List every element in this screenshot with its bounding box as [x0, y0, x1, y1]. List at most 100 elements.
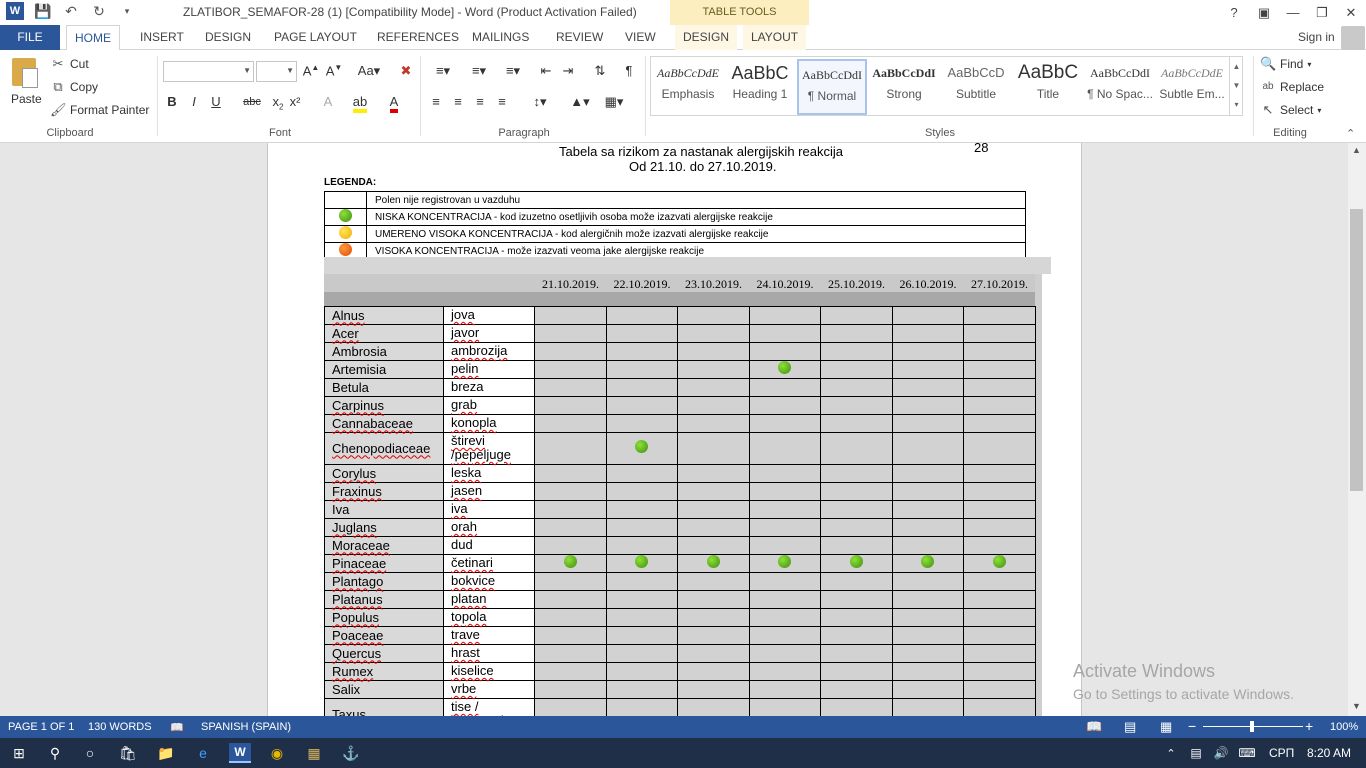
day-cell[interactable]: [963, 413, 1036, 433]
show-hidden-icons[interactable]: ⌃: [1160, 743, 1182, 763]
day-cell[interactable]: [534, 679, 607, 699]
day-cell[interactable]: [963, 499, 1036, 519]
styles-scroll[interactable]: ▲ ▼ ▾: [1229, 57, 1243, 115]
search-icon[interactable]: ⚲: [44, 743, 66, 763]
day-cell[interactable]: [891, 589, 964, 609]
local-name-cell[interactable]: breza: [443, 377, 535, 397]
day-cell[interactable]: [605, 553, 678, 573]
superscript-button[interactable]: x²: [285, 94, 305, 109]
cut-button[interactable]: ✂ Cut: [50, 56, 89, 72]
latin-name-cell[interactable]: Salix: [324, 679, 444, 699]
local-name-cell[interactable]: topola: [443, 607, 535, 627]
day-cell[interactable]: [820, 395, 893, 415]
day-cell[interactable]: [534, 499, 607, 519]
word-count[interactable]: 130 WORDS: [88, 721, 152, 733]
word-taskbar-icon[interactable]: W: [229, 743, 251, 763]
day-cell[interactable]: [534, 661, 607, 681]
input-language[interactable]: СРП: [1269, 746, 1294, 760]
acrobat-icon[interactable]: ⚓: [340, 743, 362, 763]
close-icon[interactable]: ✕: [1337, 0, 1365, 25]
change-case-icon[interactable]: Aa▾: [355, 63, 383, 79]
tab-view[interactable]: VIEW: [617, 25, 664, 50]
collapse-ribbon-icon[interactable]: ⌃: [1346, 127, 1355, 140]
day-cell[interactable]: [677, 697, 750, 716]
day-cell[interactable]: [677, 431, 750, 465]
local-name-cell[interactable]: bokvice: [443, 571, 535, 591]
local-name-cell[interactable]: grab: [443, 395, 535, 415]
bullets-icon[interactable]: ≡▾: [428, 63, 458, 79]
day-cell[interactable]: [963, 571, 1036, 591]
day-cell[interactable]: [891, 571, 964, 591]
day-cell[interactable]: [677, 341, 750, 361]
day-cell[interactable]: [677, 323, 750, 343]
select-button[interactable]: ↖ Select ▾: [1260, 102, 1322, 118]
day-cell[interactable]: [891, 661, 964, 681]
local-name-cell[interactable]: trave: [443, 625, 535, 645]
day-cell[interactable]: [677, 395, 750, 415]
save-icon[interactable]: 💾: [34, 2, 52, 20]
day-cell[interactable]: [891, 607, 964, 627]
align-right-icon[interactable]: ≡: [470, 94, 490, 109]
highlight-icon[interactable]: ab: [350, 94, 370, 113]
day-cell[interactable]: [820, 431, 893, 465]
day-cell[interactable]: [748, 305, 821, 325]
tab-table-design[interactable]: DESIGN: [675, 25, 738, 50]
day-cell[interactable]: [963, 517, 1036, 537]
day-cell[interactable]: [605, 499, 678, 519]
day-cell[interactable]: [820, 607, 893, 627]
day-cell[interactable]: [605, 607, 678, 627]
day-cell[interactable]: [534, 625, 607, 645]
day-cell[interactable]: [748, 463, 821, 483]
day-cell[interactable]: [677, 607, 750, 627]
document-page[interactable]: Tabela sa rizikom za nastanak alergijski…: [267, 143, 1082, 716]
day-cell[interactable]: [748, 323, 821, 343]
multilevel-list-icon[interactable]: ≡▾: [498, 63, 528, 79]
day-cell[interactable]: [820, 589, 893, 609]
tab-mailings[interactable]: MAILINGS: [464, 25, 537, 50]
day-cell[interactable]: [605, 305, 678, 325]
day-cell[interactable]: [963, 643, 1036, 663]
scroll-up-icon[interactable]: ▲: [1352, 145, 1361, 155]
day-cell[interactable]: [820, 305, 893, 325]
local-name-cell[interactable]: dud: [443, 535, 535, 555]
day-cell[interactable]: [963, 697, 1036, 716]
day-cell[interactable]: [534, 323, 607, 343]
vertical-scrollbar[interactable]: ▲ ▼: [1348, 143, 1366, 716]
day-cell[interactable]: [820, 571, 893, 591]
day-cell[interactable]: [891, 481, 964, 501]
day-cell[interactable]: [605, 359, 678, 379]
latin-name-cell[interactable]: Chenopodiaceae: [324, 431, 444, 465]
tab-table-layout[interactable]: LAYOUT: [743, 25, 807, 50]
day-cell[interactable]: [605, 481, 678, 501]
local-name-cell[interactable]: iva: [443, 499, 535, 519]
zoom-out-icon[interactable]: −: [1188, 718, 1196, 734]
day-cell[interactable]: [534, 607, 607, 627]
local-name-cell[interactable]: konopla: [443, 413, 535, 433]
style-normal[interactable]: AaBbCcDdI ¶ Normal: [797, 59, 867, 115]
day-cell[interactable]: [605, 395, 678, 415]
day-cell[interactable]: [534, 305, 607, 325]
day-cell[interactable]: [605, 377, 678, 397]
day-cell[interactable]: [820, 413, 893, 433]
day-cell[interactable]: [605, 341, 678, 361]
show-formatting-icon[interactable]: ¶: [619, 63, 639, 78]
day-cell[interactable]: [963, 395, 1036, 415]
file-explorer-icon[interactable]: 📁: [155, 743, 177, 763]
day-cell[interactable]: [891, 431, 964, 465]
day-cell[interactable]: [534, 535, 607, 555]
day-cell[interactable]: [677, 535, 750, 555]
day-cell[interactable]: [534, 571, 607, 591]
day-cell[interactable]: [677, 625, 750, 645]
latin-name-cell[interactable]: Carpinus: [324, 395, 444, 415]
day-cell[interactable]: [534, 395, 607, 415]
language-status[interactable]: SPANISH (SPAIN): [201, 721, 291, 733]
day-cell[interactable]: [891, 395, 964, 415]
latin-name-cell[interactable]: Taxus: [324, 697, 444, 716]
latin-name-cell[interactable]: Acer: [324, 323, 444, 343]
redo-icon[interactable]: ↻: [90, 2, 108, 20]
day-cell[interactable]: [748, 413, 821, 433]
day-cell[interactable]: [820, 481, 893, 501]
zoom-level[interactable]: 100%: [1330, 721, 1358, 733]
zoom-in-icon[interactable]: +: [1305, 718, 1313, 734]
style-heading-1[interactable]: AaBbC Heading 1: [725, 59, 795, 115]
